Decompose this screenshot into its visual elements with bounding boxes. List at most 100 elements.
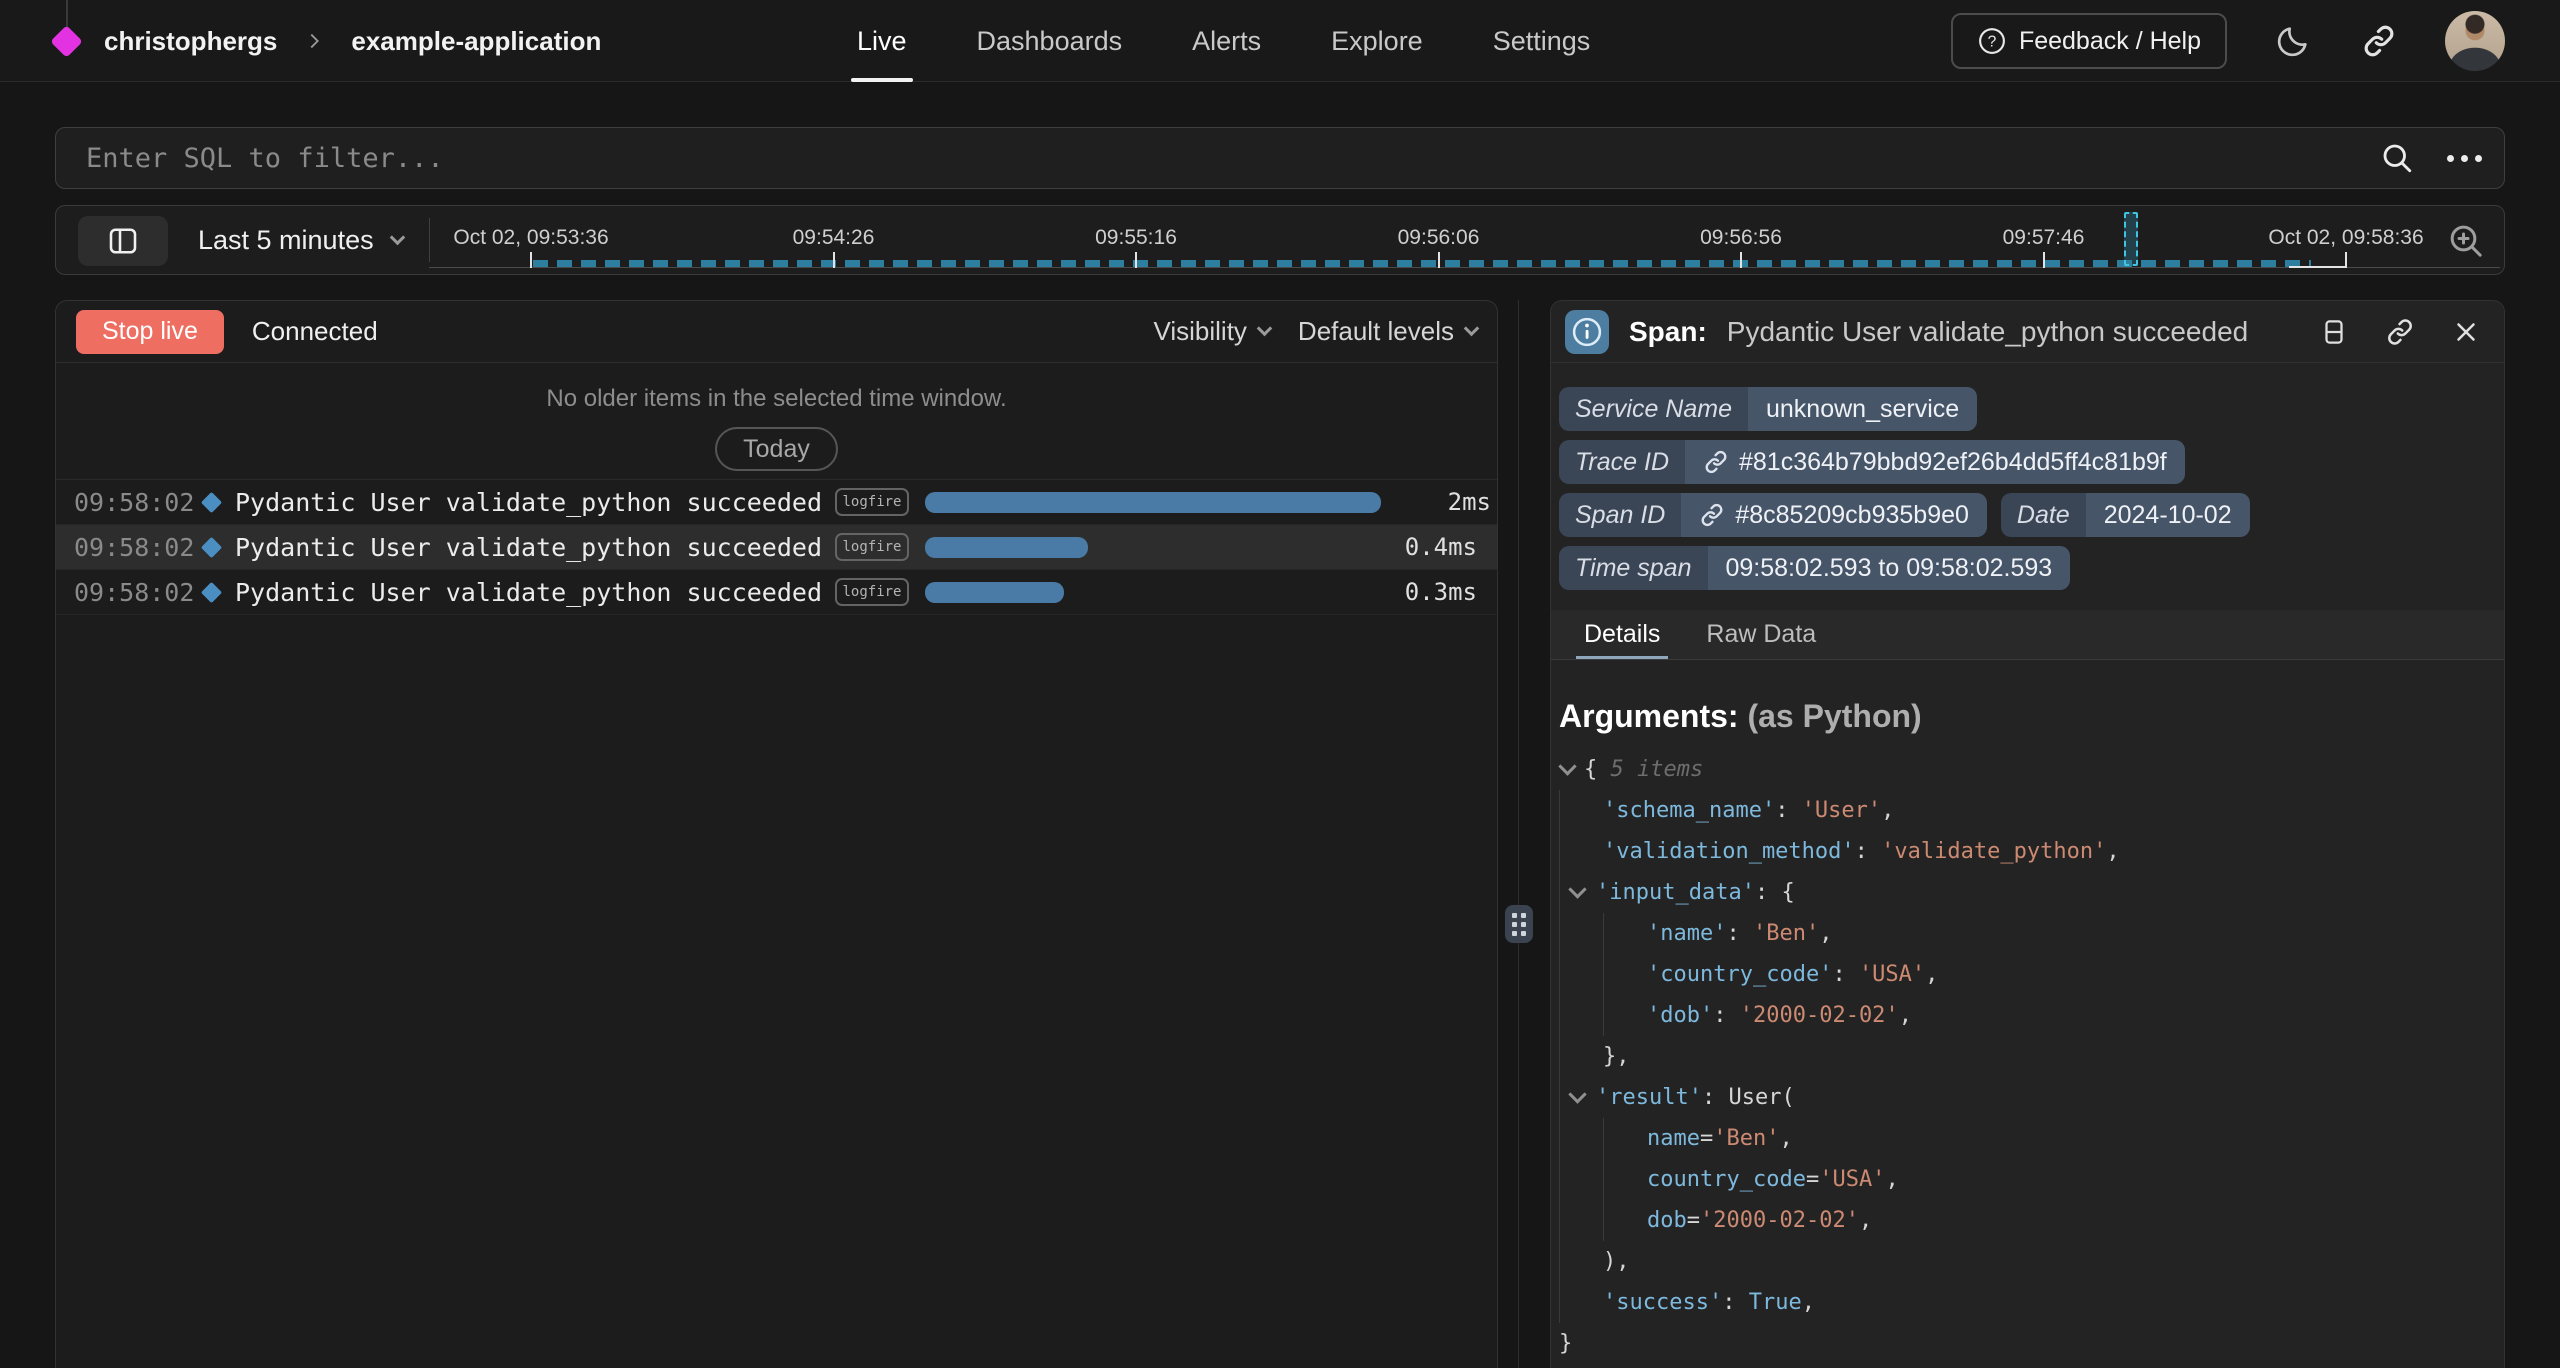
code-token: , [1881,798,1894,823]
badge-span-id: Span ID#8c85209cb935b9e0 [1559,493,1987,537]
sql-filter-input[interactable] [78,143,2377,174]
feedback-help-button[interactable]: ? Feedback / Help [1951,13,2227,69]
timeline-tick-mark [1135,252,1137,268]
span-duration-bar [925,582,1064,603]
log-row[interactable]: 09:58:02Pydantic User validate_python su… [56,570,1497,615]
code-token: 'USA' [1859,962,1925,987]
search-icon[interactable] [2377,138,2417,178]
arguments-title: Arguments: [1559,698,1739,734]
timeline-tick-label: Oct 02, 09:53:36 [453,226,608,250]
code-token: , [1899,1003,1912,1028]
log-row-message: Pydantic User validate_python succeeded [235,578,835,607]
indent-guide [1559,831,1603,872]
share-link-icon[interactable] [2359,21,2399,61]
badge-value: 09:58:02.593 to 09:58:02.593 [1708,546,2071,590]
user-avatar[interactable] [2445,11,2505,71]
link-icon [1699,502,1725,528]
timeline-tick-label: 09:54:26 [793,226,875,250]
code-token: 'Ben' [1753,921,1819,946]
span-duration-bar [925,537,1088,558]
badge-row: Trace ID#81c364b79bbd92ef26b4dd5ff4c81b9… [1559,440,2494,484]
tab-alerts[interactable]: Alerts [1192,0,1261,82]
span-bar-area [925,537,1367,558]
sidebar-toggle-icon[interactable] [78,216,168,266]
log-row-time: 09:58:02 [74,533,196,562]
default-levels-dropdown[interactable]: Default levels [1298,316,1477,347]
tab-dashboards[interactable]: Dashboards [977,0,1123,82]
arguments-mode: (as Python) [1747,698,1921,734]
code-token: 'dob' [1647,1003,1713,1028]
split-view-icon[interactable] [2314,312,2354,352]
more-options-icon[interactable] [2447,155,2482,162]
code-token: = [1700,1126,1713,1151]
tab-settings[interactable]: Settings [1493,0,1591,82]
time-range-dropdown[interactable]: Last 5 minutes [198,206,403,274]
timeline-activity-spike[interactable] [2124,212,2138,266]
top-nav: christophergs example-application Live Da… [0,0,2560,82]
badge-date: Date2024-10-02 [2001,493,2250,537]
stop-live-button[interactable]: Stop live [76,310,224,354]
detail-tabs: Details Raw Data [1551,610,2504,660]
connection-status: Connected [252,316,378,347]
indent-guide [1603,995,1647,1036]
timeline-tick-mark [833,252,835,268]
timeline-tick-label: Oct 02, 09:58:36 [2268,226,2423,250]
span-bar-area [925,492,1381,513]
span-diamond-icon [201,491,222,512]
detail-tab-raw-data[interactable]: Raw Data [1706,610,1816,659]
empty-window-message: No older items in the selected time wind… [56,385,1497,413]
breadcrumb-project[interactable]: example-application [351,26,601,57]
logfire-tag[interactable]: logfire [835,578,909,606]
code-token: } [1559,1331,1572,1356]
default-levels-label: Default levels [1298,316,1454,347]
panel-drag-handle-icon[interactable] [1505,905,1533,943]
badge-row: Span ID#8c85209cb935b9e0 Date2024-10-02 [1559,493,2494,537]
code-token: : [1726,921,1753,946]
timeline-divider [429,218,430,262]
panel-divider-line[interactable] [1518,300,1519,1368]
detail-tab-details[interactable]: Details [1584,610,1660,659]
indent-guide [1559,1200,1603,1241]
breadcrumb: christophergs example-application [55,0,601,82]
badge-value: unknown_service [1748,387,1977,431]
indent-guide [1559,790,1603,831]
logfire-logo-icon[interactable] [50,25,83,58]
indent-guide [1559,995,1603,1036]
badge-value[interactable]: #8c85209cb935b9e0 [1681,493,1987,537]
collapse-chevron-icon[interactable] [1558,757,1576,775]
close-icon[interactable] [2446,312,2486,352]
tab-live[interactable]: Live [857,0,907,82]
time-range-label: Last 5 minutes [198,225,374,256]
code-line: country_code='USA', [1559,1159,2504,1200]
code-token: = [1806,1167,1819,1192]
timeline-tick-label: 09:56:56 [1700,226,1782,250]
copy-link-icon[interactable] [2380,312,2420,352]
log-row-message: Pydantic User validate_python succeeded [235,533,835,562]
zoom-in-icon[interactable] [2444,219,2488,263]
code-line: dob='2000-02-02', [1559,1200,2504,1241]
indent-guide [1603,1159,1647,1200]
log-row[interactable]: 09:58:02 Pydantic User validate_python su… [56,525,1497,570]
logfire-tag[interactable]: logfire [835,488,909,516]
badge-row: Time span09:58:02.593 to 09:58:02.593 [1559,546,2494,590]
log-row[interactable]: 09:58:02Pydantic User validate_python su… [56,480,1497,525]
badge-value[interactable]: #81c364b79bbd92ef26b4dd5ff4c81b9f [1685,440,2185,484]
moon-icon[interactable] [2273,21,2313,61]
logfire-tag[interactable]: logfire [835,533,909,561]
breadcrumb-org[interactable]: christophergs [104,26,277,57]
log-row-time: 09:58:02 [74,488,196,517]
info-icon [1565,310,1609,354]
today-chip: Today [715,427,838,471]
badge-value-text: #81c364b79bbd92ef26b4dd5ff4c81b9f [1739,448,2167,477]
indent-guide [1559,913,1603,954]
timeline-tick-label: 09:57:46 [2003,226,2085,250]
indent-guide [1559,1159,1603,1200]
code-token: , [2106,839,2119,864]
code-token: 'input_data' [1596,880,1755,905]
badge-time-span: Time span09:58:02.593 to 09:58:02.593 [1559,546,2070,590]
log-rows: 09:58:02 Pydantic User validate_python su… [56,479,1497,615]
tab-explore[interactable]: Explore [1331,0,1423,82]
visibility-dropdown[interactable]: Visibility [1153,316,1269,347]
code-token: 'User' [1802,798,1881,823]
arguments-heading: Arguments: (as Python) [1551,660,2504,735]
